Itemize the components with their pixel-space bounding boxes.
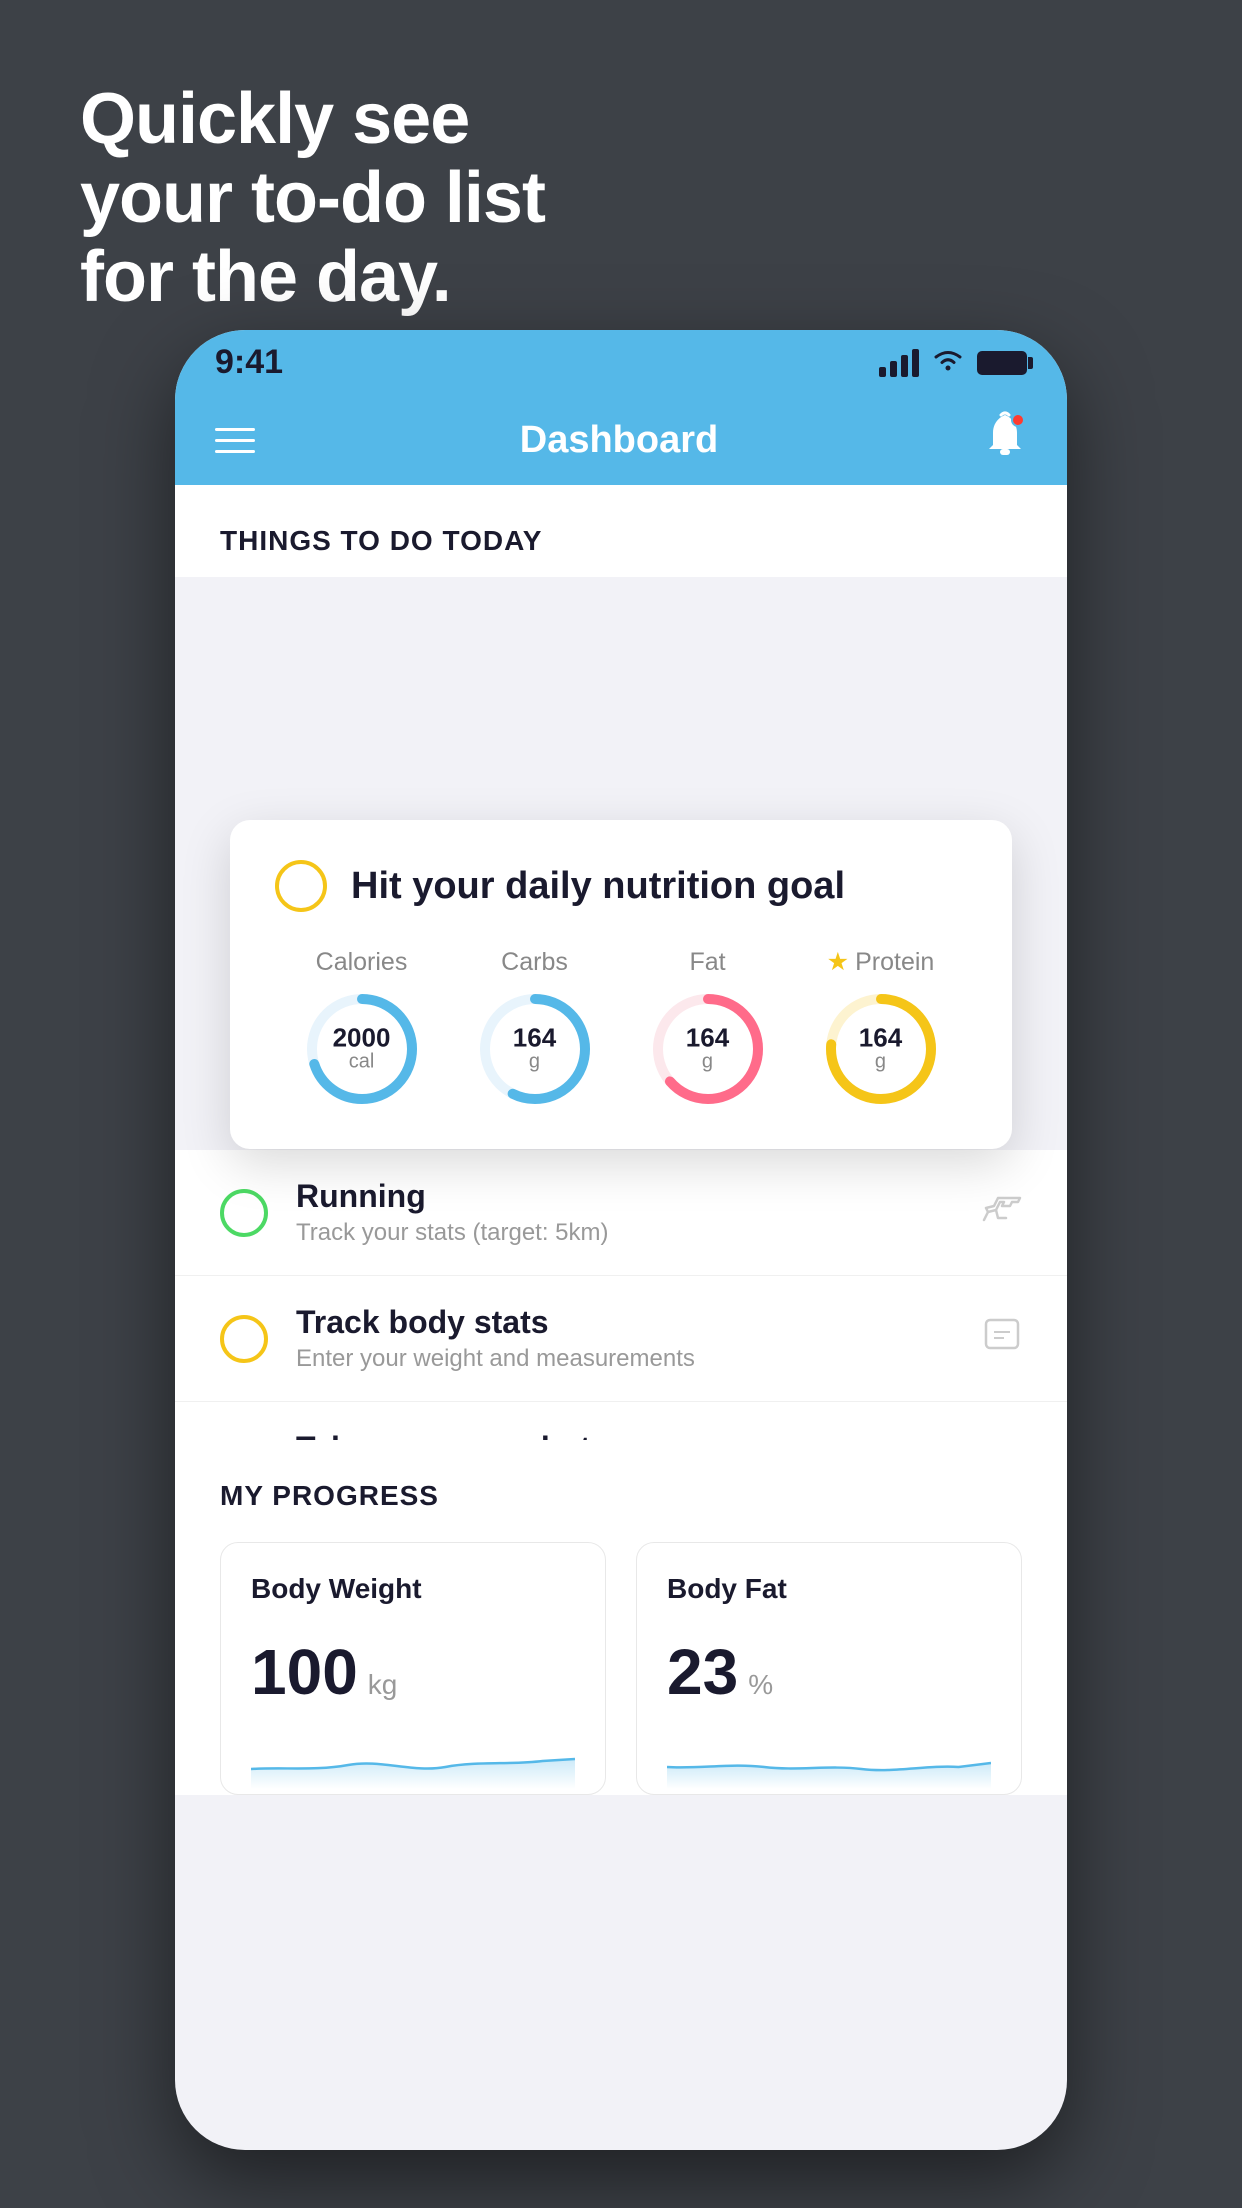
todo-item-bodystats[interactable]: Track body stats Enter your weight and m…	[175, 1276, 1067, 1402]
status-time: 9:41	[215, 343, 283, 382]
nutrition-card: Hit your daily nutrition goal Calories 2…	[230, 820, 1012, 1149]
fat-unit: g	[686, 1050, 729, 1073]
nav-title: Dashboard	[520, 419, 718, 462]
things-title: THINGS TO DO TODAY	[220, 525, 542, 556]
hamburger-line	[215, 439, 255, 442]
protein-circle: 164 g	[821, 989, 941, 1109]
body-weight-title: Body Weight	[251, 1573, 575, 1605]
running-icon	[982, 1190, 1022, 1235]
fat-label: Fat	[689, 948, 725, 977]
protein-label: ★ Protein	[827, 947, 935, 977]
todo-name-running: Running	[296, 1178, 954, 1215]
calories-circle: 2000 cal	[302, 989, 422, 1109]
status-bar: 9:41	[175, 330, 1067, 395]
body-fat-card: Body Fat 23 %	[636, 1542, 1022, 1795]
progress-cards: Body Weight 100 kg	[220, 1542, 1022, 1795]
star-icon: ★	[827, 947, 849, 977]
carbs-circle: 164 g	[475, 989, 595, 1109]
todo-checkbox-bodystats[interactable]	[220, 1315, 268, 1363]
body-weight-value-wrap: 100 kg	[251, 1635, 575, 1709]
body-fat-unit: %	[748, 1669, 773, 1701]
body-fat-title: Body Fat	[667, 1573, 991, 1605]
todo-desc-bodystats: Enter your weight and measurements	[296, 1345, 954, 1373]
todo-item-running[interactable]: Running Track your stats (target: 5km)	[175, 1150, 1067, 1276]
body-fat-value-wrap: 23 %	[667, 1635, 991, 1709]
hamburger-line	[215, 428, 255, 431]
todo-text-running: Running Track your stats (target: 5km)	[296, 1178, 954, 1247]
todo-name-bodystats: Track body stats	[296, 1304, 954, 1341]
phone-frame: 9:41	[175, 330, 1067, 2150]
calories-value: 2000	[333, 1024, 391, 1050]
progress-title: MY PROGRESS	[220, 1440, 1022, 1542]
battery-icon	[977, 351, 1027, 375]
calories-unit: cal	[333, 1050, 391, 1073]
notification-button[interactable]	[983, 411, 1027, 470]
notification-dot	[1011, 413, 1025, 427]
progress-section: MY PROGRESS Body Weight 100 kg	[175, 1440, 1067, 1795]
nutrition-stats: Calories 2000 cal Carbs	[275, 947, 967, 1109]
background: Quickly see your to-do list for the day.…	[0, 0, 1242, 2208]
status-icons	[879, 346, 1027, 379]
todo-text-bodystats: Track body stats Enter your weight and m…	[296, 1304, 954, 1373]
todo-desc-running: Track your stats (target: 5km)	[296, 1219, 954, 1247]
nav-bar: Dashboard	[175, 395, 1067, 485]
nutrition-checkbox[interactable]	[275, 860, 327, 912]
wifi-icon	[931, 346, 965, 379]
body-fat-value: 23	[667, 1635, 738, 1709]
stat-fat: Fat 164 g	[648, 948, 768, 1109]
body-weight-unit: kg	[368, 1669, 398, 1701]
body-weight-card: Body Weight 100 kg	[220, 1542, 606, 1795]
nutrition-header: Hit your daily nutrition goal	[275, 860, 967, 912]
hero-line1: Quickly see	[80, 80, 545, 159]
nutrition-title: Hit your daily nutrition goal	[351, 865, 845, 908]
fat-circle: 164 g	[648, 989, 768, 1109]
todo-checkbox-running[interactable]	[220, 1189, 268, 1237]
hero-line3: for the day.	[80, 238, 545, 317]
hamburger-menu[interactable]	[215, 428, 255, 453]
body-weight-value: 100	[251, 1635, 358, 1709]
fat-value: 164	[686, 1024, 729, 1050]
scale-icon	[982, 1316, 1022, 1361]
hero-text: Quickly see your to-do list for the day.	[80, 80, 545, 318]
carbs-value: 164	[513, 1024, 556, 1050]
protein-value: 164	[859, 1025, 902, 1051]
calories-label: Calories	[316, 948, 408, 977]
hamburger-line	[215, 450, 255, 453]
body-weight-chart	[251, 1729, 575, 1789]
stat-carbs: Carbs 164 g	[475, 948, 595, 1109]
things-section-header: THINGS TO DO TODAY	[175, 485, 1067, 577]
protein-unit: g	[859, 1051, 902, 1074]
bell-icon	[983, 420, 1027, 469]
stat-protein: ★ Protein 164 g	[821, 947, 941, 1109]
stat-calories: Calories 2000 cal	[302, 948, 422, 1109]
carbs-unit: g	[513, 1050, 556, 1073]
body-fat-chart	[667, 1729, 991, 1789]
hero-line2: your to-do list	[80, 159, 545, 238]
carbs-label: Carbs	[501, 948, 568, 977]
signal-icon	[879, 349, 919, 377]
